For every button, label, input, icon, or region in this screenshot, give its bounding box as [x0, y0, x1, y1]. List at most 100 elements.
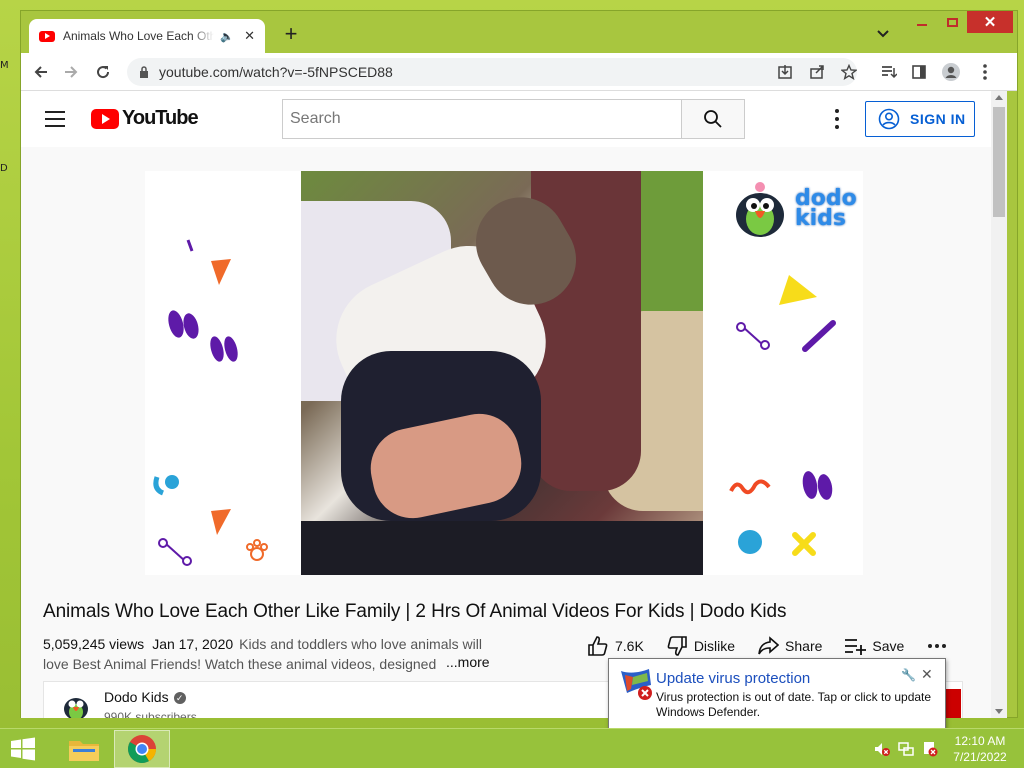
- subscriber-count: 990K subscribers: [104, 710, 197, 718]
- upload-date: Jan 17, 2020: [152, 636, 234, 652]
- dodo-logo-text: dodo kids: [795, 186, 857, 231]
- video-description[interactable]: 5,059,245 views Jan 17, 2020 Kids and todd…: [43, 634, 503, 674]
- install-button[interactable]: [773, 60, 797, 84]
- close-window-button[interactable]: ✕: [967, 11, 1013, 33]
- youtube-logo-text: YouTube: [122, 107, 199, 129]
- shield-icon: [621, 669, 652, 700]
- wrench-icon[interactable]: 🔧: [901, 668, 916, 682]
- share-page-button[interactable]: [805, 60, 829, 84]
- taskbar: 12:10 AM 7/21/2022: [0, 728, 1024, 768]
- file-explorer-button[interactable]: [56, 730, 112, 768]
- maximize-button[interactable]: [937, 11, 967, 33]
- footprint-shape: [802, 471, 833, 500]
- scroll-thumb[interactable]: [993, 107, 1005, 217]
- notification-balloon[interactable]: Update virus protection Virus protection…: [608, 658, 946, 730]
- youtube-logo[interactable]: YouTube: [91, 107, 199, 130]
- lock-icon: [140, 66, 148, 78]
- dislike-label: Dislike: [693, 638, 736, 654]
- settings-menu-icon[interactable]: [833, 109, 841, 129]
- footprint-shape: [210, 336, 238, 362]
- bone-shape: [158, 538, 192, 566]
- desktop-icon-fragment: M: [0, 60, 9, 71]
- browser-tab[interactable]: Animals Who Love Each Other Like Family …: [29, 19, 265, 53]
- footprint-shape: [168, 310, 199, 339]
- tab-search-button[interactable]: [877, 27, 889, 41]
- video-actions: 7.6K Dislike Share Save: [587, 635, 947, 657]
- audio-icon[interactable]: 🔈: [220, 30, 234, 43]
- clock-date: 7/21/2022: [953, 750, 1007, 764]
- search-box: [282, 99, 682, 139]
- youtube-page: YouTube SIGN IN: [21, 91, 991, 718]
- show-more-link[interactable]: ...more: [444, 654, 490, 670]
- side-panel-button[interactable]: [907, 60, 931, 84]
- account-icon: [878, 108, 900, 130]
- like-icon: [588, 636, 608, 656]
- forward-button[interactable]: [59, 60, 83, 84]
- volume-muted-icon[interactable]: [874, 741, 890, 757]
- star-icon: [841, 64, 857, 80]
- carrot-shape: [211, 259, 231, 285]
- reload-button[interactable]: [91, 60, 115, 84]
- file-explorer-icon: [69, 741, 99, 761]
- action-center-icon[interactable]: [922, 741, 938, 757]
- search-input[interactable]: [283, 100, 682, 138]
- search-button[interactable]: [681, 99, 745, 139]
- close-icon[interactable]: ✕: [921, 666, 933, 683]
- browser-window: Animals Who Love Each Other Like Family …: [20, 10, 1018, 718]
- triangle-shape: [779, 275, 817, 305]
- close-icon[interactable]: ✕: [244, 28, 255, 44]
- share-icon: [758, 636, 780, 655]
- browser-toolbar: youtube.com/watch?v=-5fNPSCED88: [21, 53, 1017, 91]
- new-tab-button[interactable]: +: [279, 23, 303, 47]
- share-button[interactable]: Share: [757, 636, 822, 656]
- verified-icon: ✓: [173, 692, 186, 705]
- address-bar[interactable]: youtube.com/watch?v=-5fNPSCED88: [127, 58, 857, 86]
- profile-button[interactable]: [939, 60, 963, 84]
- star-shape: [792, 532, 816, 556]
- dislike-icon: [667, 636, 687, 656]
- save-button[interactable]: Save: [844, 637, 904, 655]
- minimize-button[interactable]: [907, 11, 937, 33]
- scroll-down-icon[interactable]: [995, 709, 1003, 714]
- forward-icon: [65, 66, 78, 78]
- start-button[interactable]: [6, 734, 40, 764]
- video-player[interactable]: dodo kids: [145, 171, 863, 575]
- carrot-shape: [211, 509, 231, 535]
- profile-icon: [942, 63, 960, 81]
- dodo-bird-icon: [736, 182, 784, 237]
- youtube-favicon-icon: [39, 30, 55, 42]
- reload-icon: [97, 66, 110, 79]
- back-icon: [34, 66, 47, 78]
- more-actions-icon[interactable]: [928, 644, 947, 648]
- confetti-shape: [186, 239, 194, 252]
- page-scrollbar[interactable]: [991, 91, 1007, 718]
- channel-name-link[interactable]: Dodo Kids ✓: [104, 689, 186, 705]
- channel-name: Dodo Kids: [104, 689, 169, 705]
- hamburger-menu-icon[interactable]: [45, 111, 65, 127]
- chrome-taskbar-button[interactable]: [114, 730, 170, 768]
- window-controls: ✕: [907, 11, 1013, 33]
- bone-shape: [736, 322, 770, 350]
- bookmark-button[interactable]: [837, 60, 861, 84]
- scroll-up-icon[interactable]: [995, 95, 1003, 100]
- notification-title: Update virus protection: [656, 670, 811, 687]
- close-icon: ✕: [983, 14, 997, 31]
- save-label: Save: [872, 638, 905, 654]
- back-button[interactable]: [29, 60, 53, 84]
- minimize-icon: [917, 24, 927, 26]
- menu-icon: [983, 64, 987, 80]
- reading-list-button[interactable]: [877, 60, 901, 84]
- browser-menu-button[interactable]: [973, 60, 997, 84]
- system-clock[interactable]: 12:10 AM 7/21/2022: [940, 733, 1020, 765]
- windows-start-icon: [11, 737, 35, 761]
- sign-in-button[interactable]: SIGN IN: [865, 101, 975, 137]
- paw-shape: [246, 539, 268, 561]
- chrome-icon: [128, 735, 156, 763]
- save-icon: [845, 639, 867, 655]
- network-icon[interactable]: [898, 741, 914, 757]
- like-button[interactable]: 7.6K: [587, 635, 644, 657]
- tab-title: Animals Who Love Each Other Like Family …: [62, 29, 215, 43]
- dislike-button[interactable]: Dislike: [666, 635, 735, 657]
- avatar[interactable]: [60, 690, 92, 718]
- desktop-icon-fragment: D: [0, 163, 8, 174]
